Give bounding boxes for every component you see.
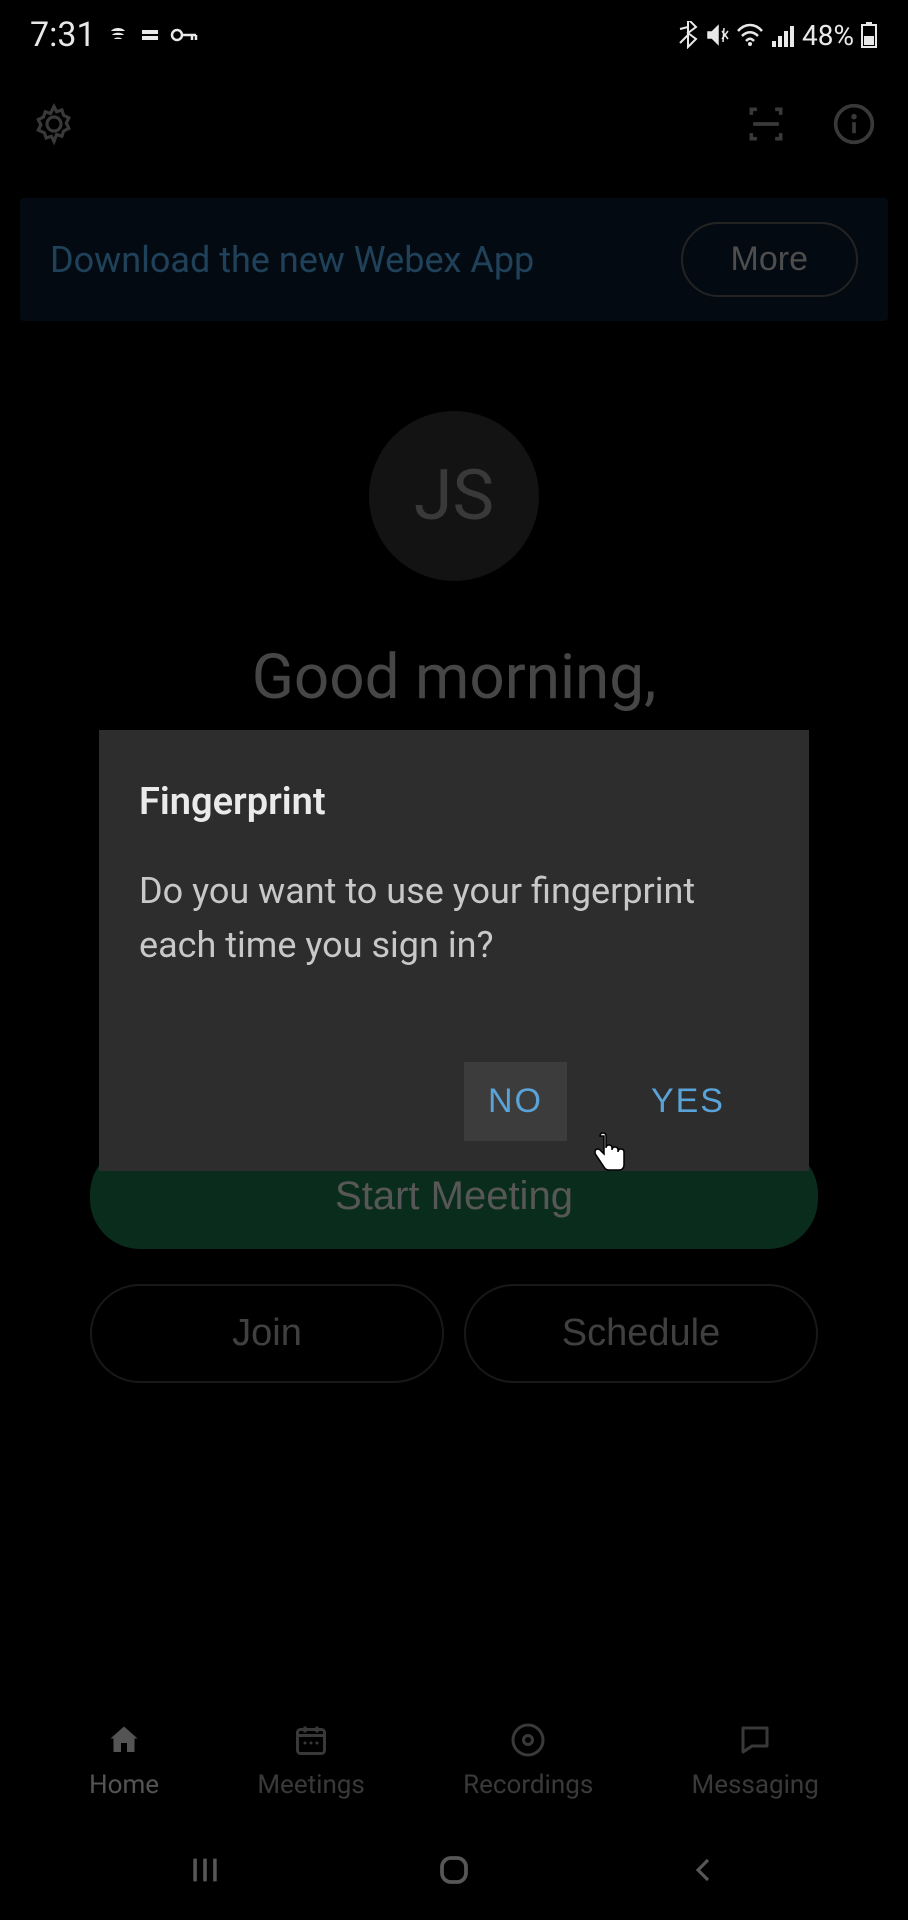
dialog-message: Do you want to use your fingerprint each…: [139, 864, 769, 972]
dialog-title: Fingerprint: [139, 780, 769, 824]
dialog-buttons: NO YES: [139, 1062, 769, 1141]
cursor-pointer-icon: [590, 1130, 630, 1182]
dialog-overlay: Fingerprint Do you want to use your fing…: [0, 0, 908, 1920]
dialog-no-button[interactable]: NO: [464, 1062, 567, 1141]
fingerprint-dialog: Fingerprint Do you want to use your fing…: [99, 730, 809, 1171]
dialog-yes-button[interactable]: YES: [627, 1062, 749, 1141]
